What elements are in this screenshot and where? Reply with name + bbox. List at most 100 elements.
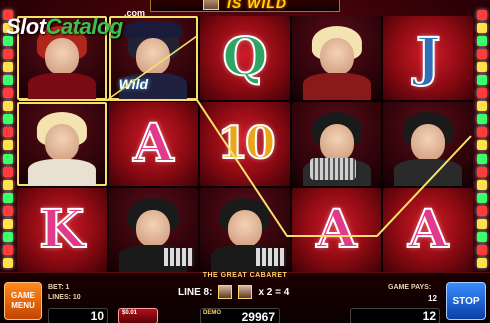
fedora-icon [124,21,183,38]
j-symbol: J [383,16,473,100]
light-bulb [3,127,13,138]
game-menu-label: GAME MENU [11,291,35,310]
light-bulb [3,205,13,216]
portrait-face [319,37,354,75]
light-bulb [477,140,487,151]
light-bulb [477,166,487,177]
portrait-face [319,123,354,161]
light-bulb [477,23,487,34]
portrait-figure [383,102,473,186]
line-win-readout: LINE 8: x 2 = 4 [178,284,289,300]
light-bulb [3,257,13,268]
symbol-letter: A [132,113,174,174]
portrait-body [27,73,96,100]
symbol-letter: K [38,199,85,260]
symbol-letter: 10 [216,118,276,169]
k-symbol: K [17,188,107,272]
blonde-woman-mini-icon [218,285,233,299]
accordionist-symbol [291,102,382,186]
lines-label: LINES: 10 [48,294,81,301]
reel-4: A [291,16,382,272]
game-menu-button[interactable]: GAME MENU [4,282,42,320]
light-bulb [477,218,487,229]
wild-singer-mini-icon [238,285,253,299]
light-bulb [477,192,487,203]
light-bulb [3,49,13,60]
portrait-face [136,37,171,75]
portrait-figure [17,102,107,186]
symbol-letter: A [407,199,449,260]
demo-tag: DEMO [203,310,221,316]
a-symbol: A [383,188,473,272]
line-win-prefix: LINE 8: [178,286,213,298]
left-light-strip [2,8,14,270]
reel-3: Q 10 [200,16,290,272]
game-pays-label: GAME PAYS: [388,284,432,291]
light-bulb [3,179,13,190]
light-bulb [3,88,13,99]
portrait-face [136,209,171,247]
light-bulb [3,75,13,86]
total-bet-display: 10 [48,308,108,323]
piano-keys-icon [255,248,286,266]
a-symbol: A [108,102,199,186]
game-pays-value: 12 [428,294,437,303]
portrait-face [44,123,79,161]
bet-label: BET: 1 [48,284,70,291]
slot-game-screen: K Wild A Q 10 A J A IS WILD SlotCatalog .com TH… [0,0,490,323]
blonde-woman-symbol [291,16,382,100]
light-bulb [477,179,487,190]
coin-value-selector[interactable]: $0.01 [118,308,158,323]
light-bulb [477,114,487,125]
light-bulb [3,153,13,164]
reel-1: K [17,16,107,272]
light-bulb [477,62,487,73]
light-bulb [3,218,13,229]
reel-2: Wild A [108,16,199,272]
light-bulb [477,10,487,20]
top-banner: IS WILD [150,0,340,12]
light-bulb [3,114,13,125]
portrait-body [27,159,96,186]
pianist-symbol [200,188,290,272]
a-symbol: A [291,188,382,272]
light-bulb [477,127,487,138]
portrait-face [44,37,79,75]
light-bulb [477,75,487,86]
light-bulb [477,257,487,268]
light-bulb [3,62,13,73]
balance-value: 29967 [241,310,275,323]
symbol-letter: Q [221,27,268,88]
portrait-face [411,123,446,161]
logo-text-catalog: Catalog [45,14,124,39]
piano-keys-icon [164,248,195,266]
wild-label: Wild [118,76,149,92]
light-bulb [477,153,487,164]
line-win-multiplier: x 2 = 4 [258,286,290,298]
stop-label: STOP [452,295,480,307]
coin-value: $0.01 [122,310,138,316]
portrait-figure [200,188,290,272]
light-bulb [3,140,13,151]
ten-symbol: 10 [200,102,290,186]
light-bulb [3,101,13,112]
right-light-strip [476,8,488,270]
portrait-figure [292,16,382,100]
light-bulb [477,49,487,60]
light-bulb [477,88,487,99]
light-bulb [3,244,13,255]
reel-5: JA [383,16,473,272]
stop-button[interactable]: STOP [446,282,486,320]
light-bulb [477,205,487,216]
pianist-symbol [108,188,199,272]
balance-display: DEMO 29967 [200,308,280,323]
blonde-woman-symbol [17,102,107,186]
top-banner-text: IS WILD [227,0,287,11]
violinist-symbol [383,102,473,186]
logo-text-slot: Slot [6,14,46,39]
light-bulb [3,231,13,242]
light-bulb [3,192,13,203]
portrait-body [302,73,371,100]
light-bulb [3,166,13,177]
light-bulb [477,36,487,47]
